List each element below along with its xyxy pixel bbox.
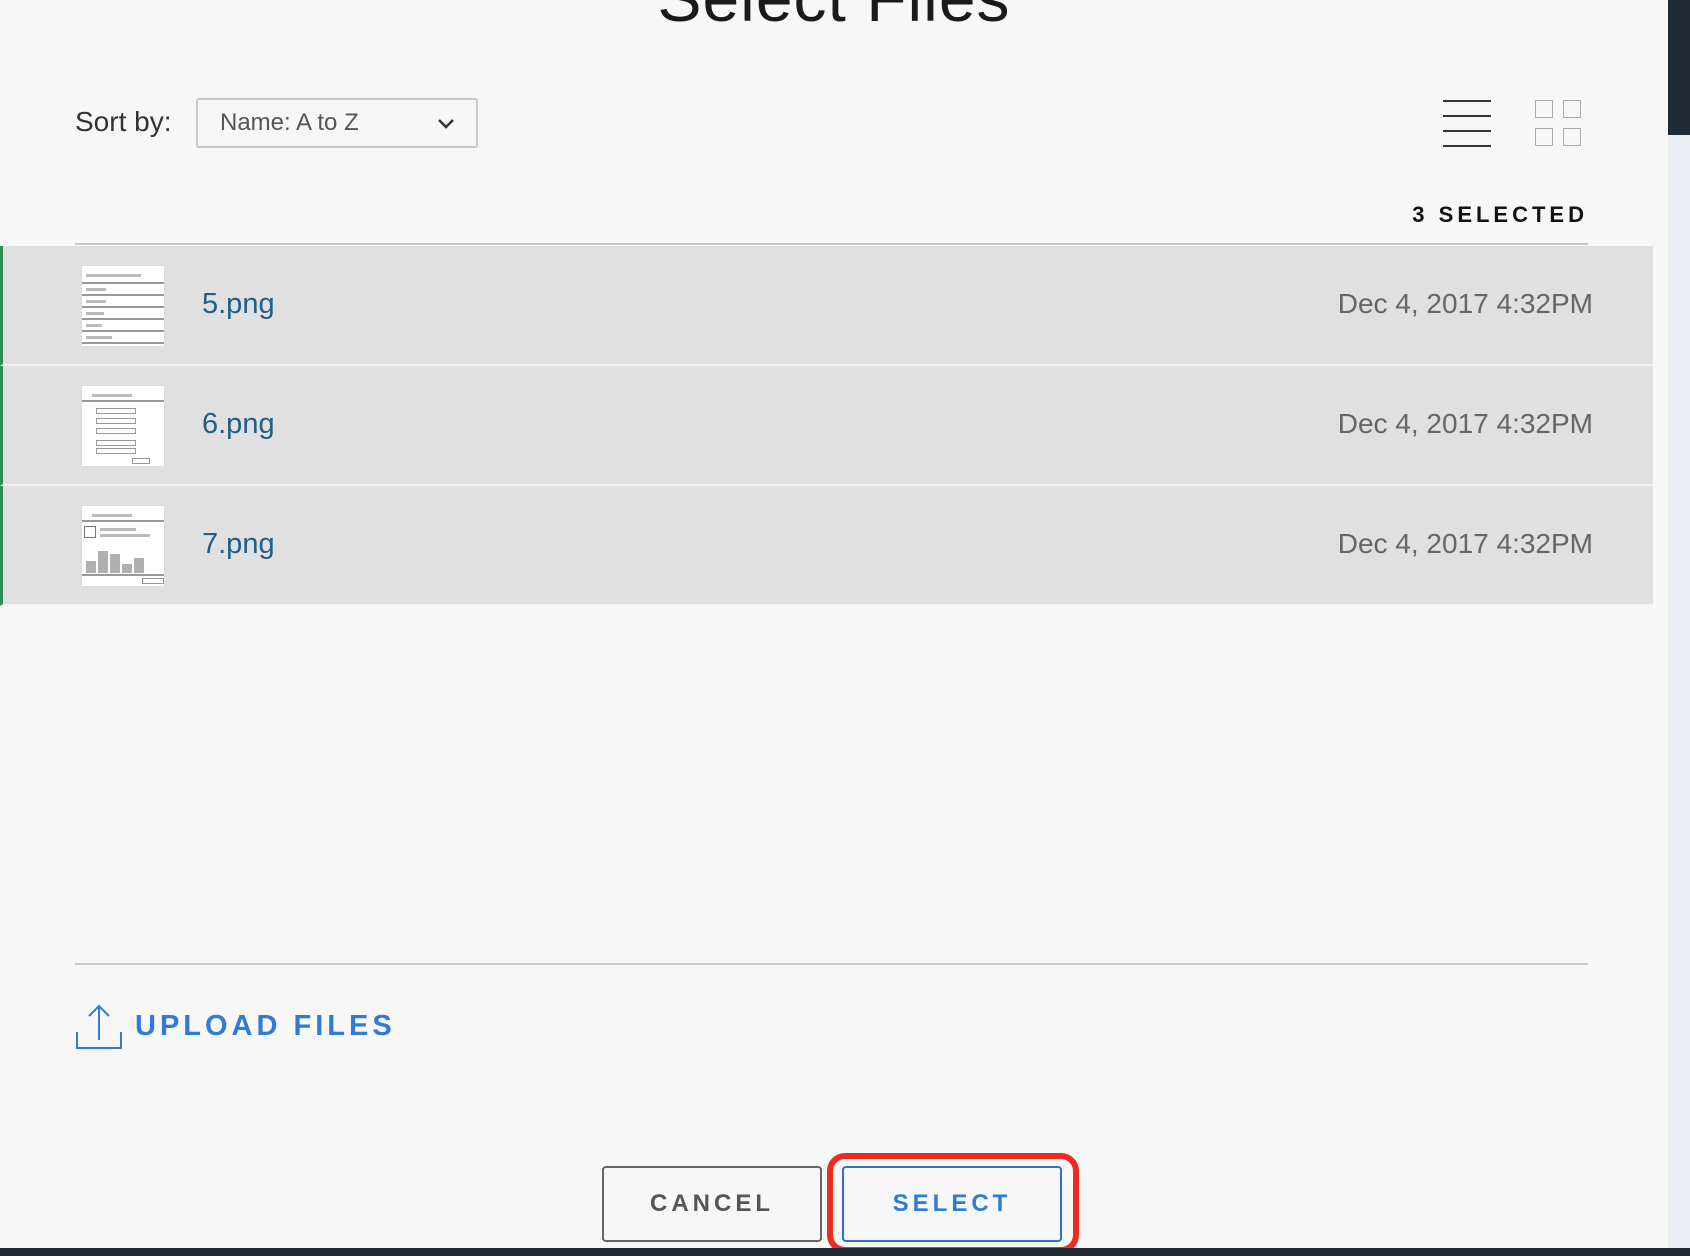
chevron-down-icon: [438, 119, 454, 129]
file-date: Dec 4, 2017 4:32PM: [1337, 408, 1593, 439]
upload-files-button[interactable]: UPLOAD FILES: [75, 1002, 396, 1050]
sort-dropdown[interactable]: Name: A to Z: [196, 98, 478, 148]
grid-view-icon[interactable]: [1535, 100, 1585, 150]
select-files-dialog: Select Files Sort by: Name: A to Z 3 SEL…: [0, 0, 1668, 1248]
file-thumbnail: [81, 505, 165, 587]
sort-dropdown-value: Name: A to Z: [220, 109, 359, 136]
select-button[interactable]: SELECT: [842, 1166, 1062, 1242]
upload-icon: [76, 1004, 122, 1049]
sort-label: Sort by:: [75, 106, 172, 137]
file-list: 5.png Dec 4, 2017 4:32PM 6.png Dec 4, 20…: [0, 246, 1653, 606]
divider: [75, 243, 1588, 245]
selected-count: 3 SELECTED: [1412, 202, 1588, 227]
file-name-link[interactable]: 7.png: [202, 528, 275, 561]
upload-files-label: UPLOAD FILES: [135, 1009, 396, 1042]
file-row[interactable]: 7.png Dec 4, 2017 4:32PM: [0, 486, 1653, 606]
file-date: Dec 4, 2017 4:32PM: [1337, 528, 1593, 559]
file-thumbnail: [81, 265, 165, 347]
file-thumbnail: [81, 385, 165, 467]
list-view-icon[interactable]: [1443, 100, 1493, 148]
background-page: [1668, 0, 1690, 1256]
file-row[interactable]: 5.png Dec 4, 2017 4:32PM: [0, 246, 1653, 366]
dialog-title: Select Files: [0, 0, 1668, 36]
file-name-link[interactable]: 6.png: [202, 408, 275, 441]
file-name-link[interactable]: 5.png: [202, 288, 275, 321]
file-date: Dec 4, 2017 4:32PM: [1337, 288, 1593, 319]
divider: [75, 963, 1588, 965]
cancel-button[interactable]: CANCEL: [602, 1166, 822, 1242]
background-footer: [0, 1248, 1690, 1256]
file-row[interactable]: 6.png Dec 4, 2017 4:32PM: [0, 366, 1653, 486]
